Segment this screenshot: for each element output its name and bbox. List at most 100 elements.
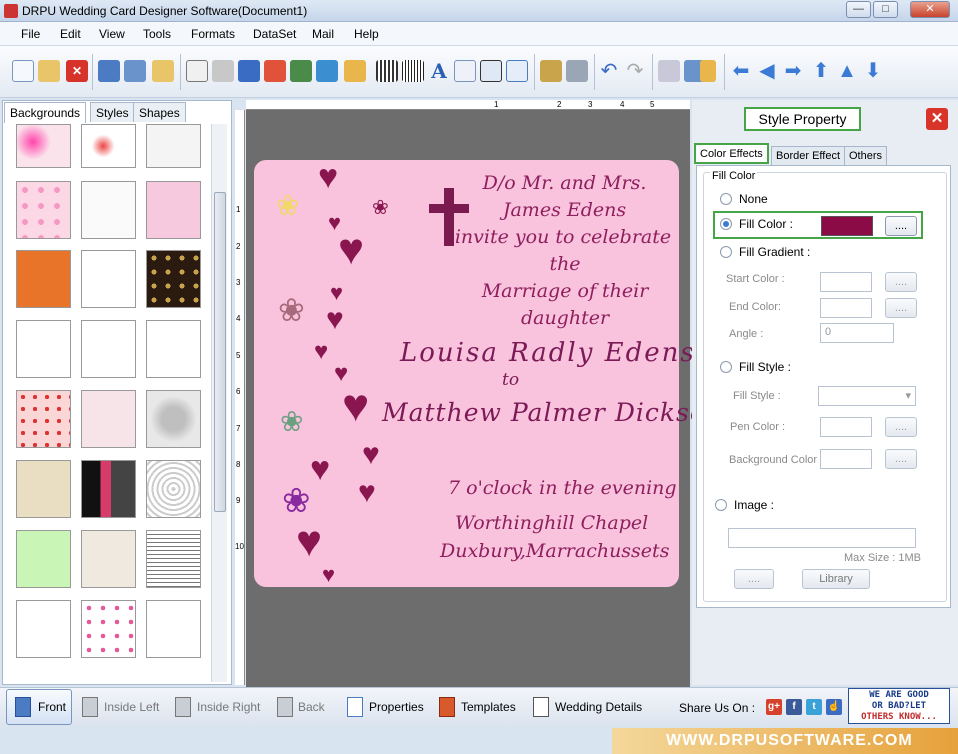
pen-color-field[interactable] <box>820 417 872 437</box>
card-venue[interactable]: Worthinghill Chapel <box>455 512 648 534</box>
card-time[interactable]: 7 o'clock in the evening <box>448 477 677 499</box>
save-icon[interactable] <box>98 60 120 82</box>
back-button[interactable]: Back <box>298 690 325 724</box>
properties-button[interactable]: Properties <box>369 690 424 724</box>
tab-border-effect[interactable]: Border Effect <box>771 146 845 165</box>
heart-icon[interactable]: ♥ <box>358 478 376 508</box>
lock-icon[interactable] <box>700 60 716 82</box>
new-icon[interactable] <box>12 60 34 82</box>
fill-gradient-radio[interactable] <box>720 246 732 258</box>
groom-name[interactable]: Matthew Palmer Dickson <box>382 398 723 427</box>
butterfly-icon[interactable]: ❀ <box>278 294 305 326</box>
butterfly-icon[interactable]: ❀ <box>280 408 303 436</box>
arrow-down-icon[interactable]: ⬇ <box>862 60 884 82</box>
heart-icon[interactable]: ♥ <box>342 382 369 428</box>
card-to[interactable]: to <box>502 370 519 390</box>
heart-icon[interactable]: ♥ <box>328 212 341 234</box>
export-icon[interactable] <box>152 60 174 82</box>
background-thumbnail[interactable] <box>81 600 136 658</box>
none-radio[interactable] <box>720 193 732 205</box>
menu-formats[interactable]: Formats <box>191 27 235 41</box>
background-color-button[interactable]: .... <box>885 449 917 469</box>
templates-button[interactable]: Templates <box>461 690 516 724</box>
print-preview-icon[interactable] <box>238 60 260 82</box>
database2-icon[interactable] <box>566 60 588 82</box>
page-setup-icon[interactable] <box>186 60 208 82</box>
background-thumbnail[interactable] <box>16 390 71 448</box>
minimize-button[interactable]: — <box>846 1 871 18</box>
open-icon[interactable] <box>38 60 60 82</box>
image-radio[interactable] <box>715 499 727 511</box>
menu-edit[interactable]: Edit <box>60 27 81 41</box>
arrow-up-icon[interactable]: ⬆ <box>810 60 832 82</box>
background-thumbnail[interactable] <box>146 600 201 658</box>
google-plus-icon[interactable]: g+ <box>766 699 782 715</box>
background-thumbnail[interactable] <box>146 124 201 168</box>
word-art-icon[interactable] <box>454 60 476 82</box>
undo-icon[interactable]: ↶ <box>598 60 620 82</box>
maximize-button[interactable]: □ <box>873 1 898 18</box>
card-line-2[interactable]: James Edens <box>472 199 657 221</box>
background-thumbnail[interactable] <box>146 181 201 239</box>
fill-style-select[interactable]: ▾ <box>818 386 916 406</box>
start-color-field[interactable] <box>820 272 872 292</box>
scrollbar-thumb[interactable] <box>214 192 226 512</box>
feedback-badge[interactable]: WE ARE GOOD OR BAD?LET OTHERS KNOW... <box>848 688 950 724</box>
library-button[interactable]: Library <box>802 569 870 589</box>
signature-icon[interactable] <box>480 60 502 82</box>
card-city[interactable]: Duxbury,Marrachussets <box>440 540 669 562</box>
butterfly-icon[interactable]: ❀ <box>282 484 311 518</box>
background-thumbnail[interactable] <box>16 530 71 588</box>
tab-styles[interactable]: Styles <box>90 102 135 122</box>
backgrounds-scrollbar[interactable] <box>211 124 227 682</box>
inside-right-button[interactable]: Inside Right <box>197 690 260 724</box>
image-browse-button[interactable]: .... <box>734 569 774 589</box>
tab-shapes[interactable]: Shapes <box>133 102 186 122</box>
gift-icon[interactable] <box>264 60 286 82</box>
background-thumbnail[interactable] <box>16 181 71 239</box>
close-window-button[interactable]: ✕ <box>910 1 950 18</box>
image-icon[interactable] <box>290 60 312 82</box>
delete-icon[interactable]: ✕ <box>66 60 88 82</box>
barcode-icon[interactable] <box>376 60 398 82</box>
background-thumbnail[interactable] <box>16 460 71 518</box>
background-thumbnail[interactable] <box>81 530 136 588</box>
heart-icon[interactable]: ♥ <box>362 440 380 470</box>
flip-horizontal-icon[interactable]: ◀ <box>756 60 778 82</box>
arrow-right-icon[interactable]: ➡ <box>782 60 804 82</box>
background-thumbnail[interactable] <box>16 250 71 308</box>
fill-color-swatch[interactable] <box>821 216 873 236</box>
end-color-field[interactable] <box>820 298 872 318</box>
save-as-icon[interactable] <box>124 60 146 82</box>
heart-icon[interactable]: ♥ <box>314 340 328 364</box>
background-thumbnail[interactable] <box>146 390 201 448</box>
background-thumbnail[interactable] <box>16 320 71 378</box>
flip-vertical-icon[interactable]: ▲ <box>836 60 858 82</box>
tab-backgrounds[interactable]: Backgrounds <box>4 102 87 123</box>
website-url[interactable]: WWW.DRPUSOFTWARE.COM <box>666 732 913 750</box>
picture-icon[interactable] <box>344 60 366 82</box>
end-color-button[interactable]: .... <box>885 298 917 318</box>
start-color-button[interactable]: .... <box>885 272 917 292</box>
angle-stepper[interactable]: 0 <box>820 323 894 343</box>
menu-file[interactable]: File <box>21 27 40 41</box>
background-thumbnail[interactable] <box>81 390 136 448</box>
background-thumbnail[interactable] <box>81 250 136 308</box>
menu-dataset[interactable]: DataSet <box>253 27 296 41</box>
heart-icon[interactable]: ♥ <box>318 160 338 194</box>
inside-left-button[interactable]: Inside Left <box>104 690 159 724</box>
card-line-5[interactable]: Marriage of their <box>470 280 660 302</box>
pen-color-button[interactable]: .... <box>885 417 917 437</box>
heart-icon[interactable]: ♥ <box>338 228 364 272</box>
card-line-1[interactable]: D/o Mr. and Mrs. <box>472 172 657 194</box>
print-icon[interactable] <box>212 60 234 82</box>
heart-icon[interactable]: ♥ <box>310 452 330 486</box>
background-thumbnail[interactable] <box>81 320 136 378</box>
card-line-3[interactable]: invite you to celebrate <box>432 226 694 248</box>
tab-others[interactable]: Others <box>844 146 888 165</box>
background-thumbnail[interactable] <box>16 600 71 658</box>
menu-tools[interactable]: Tools <box>143 27 171 41</box>
image-path-field[interactable] <box>728 528 916 548</box>
background-color-field[interactable] <box>820 449 872 469</box>
butterfly-icon[interactable]: ❀ <box>276 192 299 220</box>
